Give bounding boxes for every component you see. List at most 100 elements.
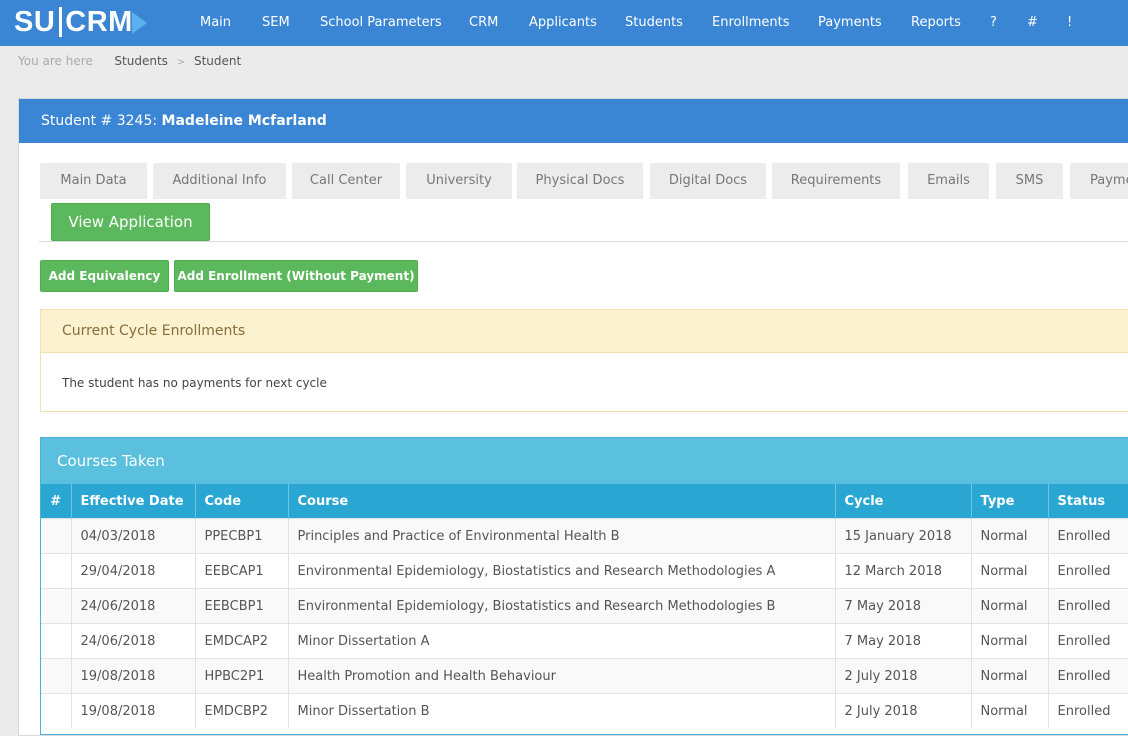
cell-cycle: 12 March 2018 [835,553,972,589]
cell-effective-date: 24/06/2018 [71,623,196,659]
cell-effective-date: 04/03/2018 [71,518,196,554]
courses-title: Courses Taken [57,452,165,470]
current-cycle-header: Current Cycle Enrollments [41,310,1128,353]
table-row[interactable]: 04/03/2018 PPECBP1 Principles and Practi… [41,518,1128,554]
cell-status: Enrolled [1048,588,1128,624]
app-logo[interactable]: SU CRM [14,4,147,40]
tab-digital-docs[interactable]: Digital Docs [650,163,766,199]
cell-course: Environmental Epidemiology, Biostatistic… [288,588,836,624]
tab-main-data[interactable]: Main Data [40,163,147,199]
breadcrumb-prefix: You are here [18,54,93,68]
tab-additional-info[interactable]: Additional Info [153,163,286,199]
add-equivalency-button[interactable]: Add Equivalency [40,260,169,292]
logo-crm: CRM [65,5,133,38]
cell-cycle: 2 July 2018 [835,693,972,728]
cell-type: Normal [971,623,1049,659]
col-header-cycle[interactable]: Cycle [835,484,972,519]
col-header-type[interactable]: Type [971,484,1049,519]
col-header-index[interactable]: # [41,484,72,519]
cell-code: EEBCAP1 [195,553,289,589]
col-header-effective-date[interactable]: Effective Date [71,484,196,519]
nav-school-parameters[interactable]: School Parameters [320,0,442,46]
tab-university[interactable]: University [406,163,512,199]
nav-main[interactable]: Main [200,0,231,46]
cell-index [41,658,72,694]
breadcrumb: You are here › Students > Student [18,54,241,68]
cell-effective-date: 19/08/2018 [71,658,196,694]
table-row[interactable]: 24/06/2018 EMDCAP2 Minor Dissertation A … [41,623,1128,659]
view-application-button[interactable]: View Application [51,203,210,241]
cell-index [41,693,72,728]
student-number: Student # 3245: [41,113,158,129]
cell-status: Enrolled [1048,518,1128,554]
cell-type: Normal [971,658,1049,694]
col-header-course[interactable]: Course [288,484,836,519]
student-title: Student # 3245: Madeleine Mcfarland [41,99,327,143]
current-cycle-message: The student has no payments for next cyc… [62,376,327,390]
cell-type: Normal [971,693,1049,728]
nav-students[interactable]: Students [625,0,683,46]
breadcrumb-students[interactable]: Students [114,54,168,68]
nav-enrollments[interactable]: Enrollments [712,0,789,46]
cell-cycle: 15 January 2018 [835,518,972,554]
cell-code: EMDCBP2 [195,693,289,728]
nav-payments[interactable]: Payments [818,0,882,46]
logo-separator [59,7,63,37]
breadcrumb-student: Student [193,54,242,68]
cell-code: PPECBP1 [195,518,289,554]
courses-panel: Courses Taken # Effective Date Code Cour… [40,437,1128,735]
tab-sms[interactable]: SMS [996,163,1063,199]
cell-course: Environmental Epidemiology, Biostatistic… [288,553,836,589]
chevron-right-icon: > [176,57,186,68]
nav-crm[interactable]: CRM [469,0,498,46]
current-cycle-title: Current Cycle Enrollments [62,323,246,339]
cell-status: Enrolled [1048,623,1128,659]
cell-code: HPBC2P1 [195,658,289,694]
cell-status: Enrolled [1048,553,1128,589]
nav-hash[interactable]: # [1027,0,1038,46]
tab-call-center[interactable]: Call Center [292,163,400,199]
col-header-status[interactable]: Status [1048,484,1128,519]
cell-status: Enrolled [1048,658,1128,694]
cell-code: EEBCBP1 [195,588,289,624]
cell-course: Minor Dissertation B [288,693,836,728]
cell-type: Normal [971,553,1049,589]
courses-header: Courses Taken [41,438,1128,484]
student-name: Madeleine Mcfarland [161,113,327,129]
cell-type: Normal [971,518,1049,554]
cell-course: Minor Dissertation A [288,623,836,659]
table-row[interactable]: 19/08/2018 EMDCBP2 Minor Dissertation B … [41,693,1128,728]
cell-code: EMDCAP2 [195,623,289,659]
nav-applicants[interactable]: Applicants [529,0,597,46]
nav-reports[interactable]: Reports [911,0,961,46]
top-navbar: SU CRM Main SEM School Parameters CRM Ap… [0,0,1128,46]
cell-cycle: 7 May 2018 [835,623,972,659]
table-row[interactable]: 24/06/2018 EEBCBP1 Environmental Epidemi… [41,588,1128,624]
table-row[interactable]: 19/08/2018 HPBC2P1 Health Promotion and … [41,658,1128,694]
student-header: Student # 3245: Madeleine Mcfarland [19,99,1128,143]
tab-physical-docs[interactable]: Physical Docs [517,163,643,199]
cell-effective-date: 19/08/2018 [71,693,196,728]
cell-course: Health Promotion and Health Behaviour [288,658,836,694]
table-header-row: # Effective Date Code Course Cycle Type … [41,484,1128,519]
logo-su: SU [14,5,56,38]
add-enrollment-button[interactable]: Add Enrollment (Without Payment) [174,260,418,292]
cell-index [41,518,72,554]
cell-status: Enrolled [1048,693,1128,728]
cell-effective-date: 29/04/2018 [71,553,196,589]
tab-payments[interactable]: Payme [1070,163,1128,199]
nav-alert[interactable]: ! [1067,0,1072,46]
tab-divider [39,241,1128,242]
nav-help[interactable]: ? [990,0,997,46]
current-cycle-panel: Current Cycle Enrollments The student ha… [40,309,1128,412]
cell-cycle: 2 July 2018 [835,658,972,694]
nav-sem[interactable]: SEM [262,0,290,46]
logo-arrow-icon [131,12,147,34]
cell-index [41,553,72,589]
col-header-code[interactable]: Code [195,484,289,519]
tab-emails[interactable]: Emails [908,163,989,199]
tab-requirements[interactable]: Requirements [772,163,900,199]
table-row[interactable]: 29/04/2018 EEBCAP1 Environmental Epidemi… [41,553,1128,589]
cell-index [41,623,72,659]
cell-index [41,588,72,624]
